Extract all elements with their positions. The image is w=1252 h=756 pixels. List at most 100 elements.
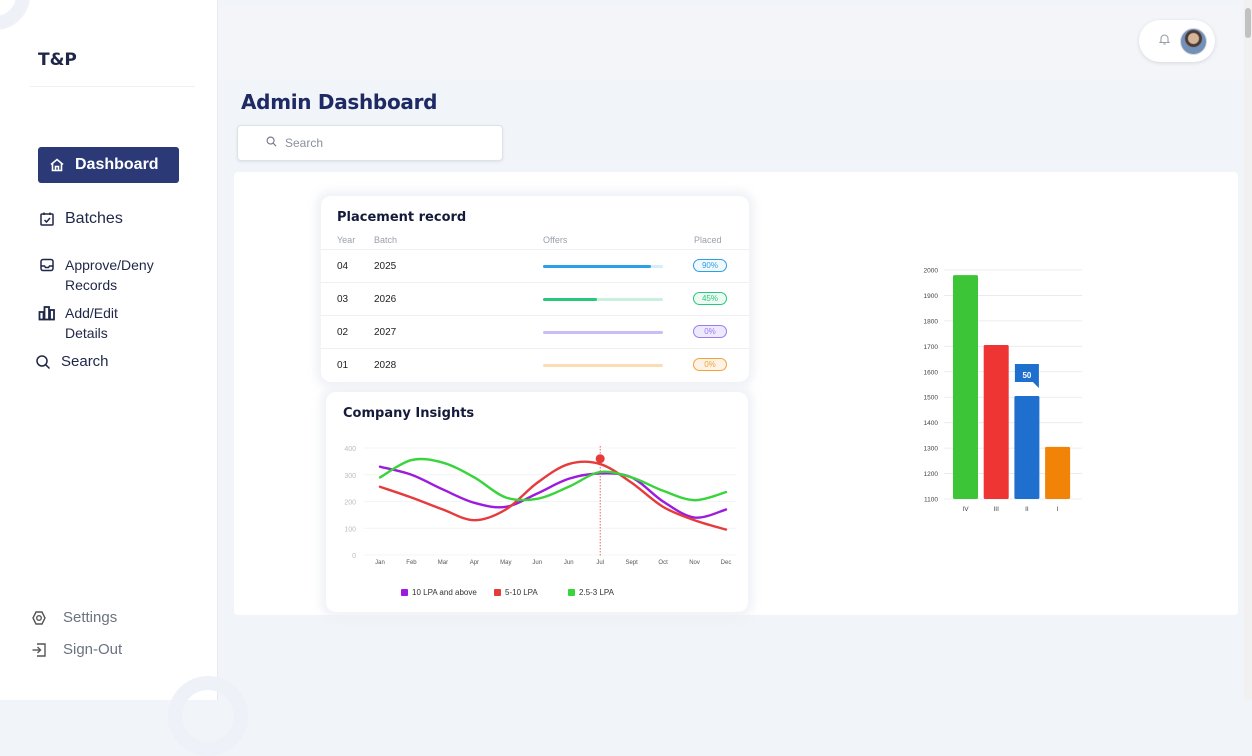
legend-item: 2.5-3 LPA — [568, 588, 614, 597]
sign-out-icon — [30, 641, 48, 659]
offers-progress-track — [543, 331, 663, 334]
bar-chart-icon — [38, 304, 56, 322]
x-tick-label: III — [993, 506, 999, 513]
sidebar-item-signout[interactable]: Sign-Out — [30, 640, 122, 660]
sidebar-item-batches[interactable]: Batches — [38, 209, 123, 229]
y-tick-label: 1600 — [924, 369, 939, 376]
bell-icon[interactable] — [1158, 32, 1171, 50]
row-batch: 2025 — [374, 261, 397, 272]
x-tick-label: I — [1057, 506, 1059, 513]
brand-logo[interactable]: T&P — [38, 50, 77, 70]
approve-label-line2: Records — [65, 277, 118, 293]
search-icon — [34, 353, 52, 371]
row-year: 04 — [337, 261, 349, 272]
legend-swatch — [401, 589, 408, 596]
offers-progress-fill — [543, 298, 597, 301]
sidebar-item-label: Add/Edit Details — [65, 303, 118, 343]
sidebar-item-settings[interactable]: Settings — [30, 608, 117, 628]
x-tick-label: Feb — [406, 560, 417, 566]
bar-I[interactable] — [1045, 446, 1071, 499]
y-tick-label: 1100 — [924, 497, 938, 504]
add-label-line2: Details — [65, 325, 108, 341]
sidebar-item-label: Search — [61, 353, 109, 370]
page-title: Admin Dashboard — [241, 90, 438, 114]
decorative-circle-bottom — [168, 676, 248, 756]
placed-badge: 0% — [693, 358, 727, 371]
y-tick-label: 1900 — [924, 293, 939, 300]
legend-label: 2.5-3 LPA — [579, 588, 614, 597]
scrollbar-track[interactable] — [1244, 0, 1252, 700]
y-tick-label: 200 — [344, 500, 356, 507]
bar-III[interactable] — [983, 345, 1009, 499]
sidebar-item-search[interactable]: Search — [34, 352, 109, 372]
sidebar-divider — [30, 86, 195, 87]
x-tick-label: Apr — [470, 560, 479, 566]
offers-progress-fill — [543, 265, 651, 268]
sidebar-item-label: Batches — [65, 210, 123, 227]
top-bar — [219, 6, 1242, 80]
sidebar-item-label: Dashboard — [75, 156, 159, 173]
x-tick-label: Oct — [658, 560, 668, 566]
x-tick-label: Jun — [532, 560, 542, 566]
bar-II[interactable] — [1014, 395, 1040, 499]
search-icon — [266, 134, 277, 152]
col-header-offers: Offers — [543, 235, 568, 245]
x-tick-label: May — [500, 560, 511, 566]
table-row[interactable]: 01 2028 0% — [321, 348, 749, 381]
sidebar: T&P Dashboard Batches Approve/Deny Record… — [0, 0, 248, 756]
bar-callout-label: 50 — [1022, 371, 1031, 380]
inbox-icon — [38, 256, 56, 274]
offers-progress-track — [543, 265, 663, 268]
placed-badge: 0% — [693, 325, 727, 338]
legend-swatch — [568, 589, 575, 596]
scrollbar-thumb[interactable] — [1245, 8, 1251, 38]
row-year: 02 — [337, 327, 349, 338]
x-tick-label: II — [1025, 506, 1029, 513]
x-tick-label: Nov — [689, 560, 700, 566]
decorative-circle-top — [0, 0, 30, 30]
sidebar-item-approve-deny[interactable]: Approve/Deny Records — [38, 255, 154, 295]
y-tick-label: 400 — [344, 446, 356, 453]
series-line-2 — [378, 457, 728, 502]
offers-progress-track — [543, 298, 663, 301]
sidebar-item-label: Settings — [63, 609, 118, 626]
y-tick-label: 100 — [344, 526, 356, 533]
table-row[interactable]: 02 2027 0% — [321, 315, 749, 348]
search-input[interactable] — [285, 136, 485, 150]
col-header-year: Year — [337, 235, 356, 245]
bar-IV[interactable] — [953, 275, 978, 499]
x-tick-label: Jul — [596, 560, 604, 566]
add-label-line1: Add/Edit — [65, 305, 118, 321]
table-row[interactable]: 03 2026 45% — [321, 282, 749, 315]
avatar[interactable] — [1180, 27, 1207, 55]
home-icon — [48, 156, 66, 174]
x-tick-label: Jun — [564, 560, 574, 566]
y-tick-label: 300 — [344, 473, 356, 480]
company-insights-line-chart: 0 100 200 300 400 Jan Feb Mar Apr May Jun Jun Jul Sep… — [344, 446, 736, 566]
search-bar[interactable] — [237, 125, 503, 161]
col-header-batch: Batch — [374, 235, 398, 245]
calendar-check-icon — [38, 210, 56, 228]
highlight-point[interactable] — [595, 454, 605, 464]
y-tick-label: 1300 — [924, 446, 939, 453]
legend-swatch — [494, 589, 501, 596]
placement-title: Placement record — [337, 210, 467, 225]
legend-item: 10 LPA and above — [401, 588, 477, 597]
x-tick-label: Dec — [721, 560, 732, 566]
row-batch: 2027 — [374, 327, 397, 338]
placement-record-card: Placement record Year Batch Offers Place… — [321, 196, 749, 382]
offers-progress-track — [543, 364, 663, 367]
sidebar-item-label: Sign-Out — [63, 641, 123, 658]
legend-label: 5-10 LPA — [505, 588, 538, 597]
legend-item: 5-10 LPA — [494, 588, 538, 597]
user-menu[interactable] — [1139, 20, 1215, 62]
legend-label: 10 LPA and above — [412, 588, 477, 597]
y-tick-label: 1800 — [924, 318, 939, 325]
table-row[interactable]: 04 2025 90% — [321, 249, 749, 282]
sidebar-item-add-edit[interactable]: Add/Edit Details — [38, 303, 118, 343]
placed-badge: 90% — [693, 259, 727, 272]
sidebar-item-dashboard[interactable]: Dashboard — [38, 147, 179, 183]
sidebar-item-label: Approve/Deny Records — [65, 255, 154, 295]
y-tick-label: 1400 — [924, 420, 939, 427]
x-tick-label: Jan — [375, 560, 385, 566]
